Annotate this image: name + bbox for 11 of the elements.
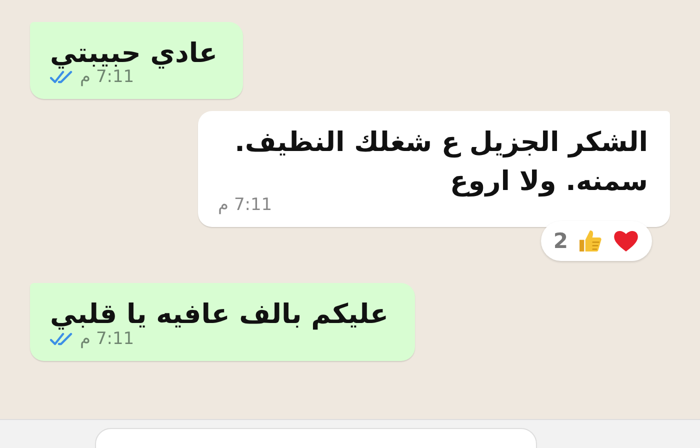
reactions-pill[interactable]: 2 xyxy=(541,221,652,262)
outgoing-message-bubble[interactable]: عادي حبيبتي 7:11 م xyxy=(30,22,244,100)
message-text: عليكم بالف عافيه يا قلبي xyxy=(50,298,389,332)
incoming-message-bubble[interactable]: الشكر الجزيل ع شغلك النظيف. سمنه. ولا اروع 7:11 م xyxy=(198,111,670,228)
message-time: 7:11 م xyxy=(80,328,134,349)
message-time: 7:11 م xyxy=(80,67,134,88)
message-text: عادي حبيبتي xyxy=(50,37,218,70)
message-text: الشكر الجزيل ع شغلك النظيف. سمنه. ولا اروع xyxy=(234,126,648,198)
outgoing-message-bubble[interactable]: عليكم بالف عافيه يا قلبي 7:11 م xyxy=(30,283,415,361)
reaction-count: 2 xyxy=(553,229,568,254)
message-time: 7:11 م xyxy=(218,195,272,216)
